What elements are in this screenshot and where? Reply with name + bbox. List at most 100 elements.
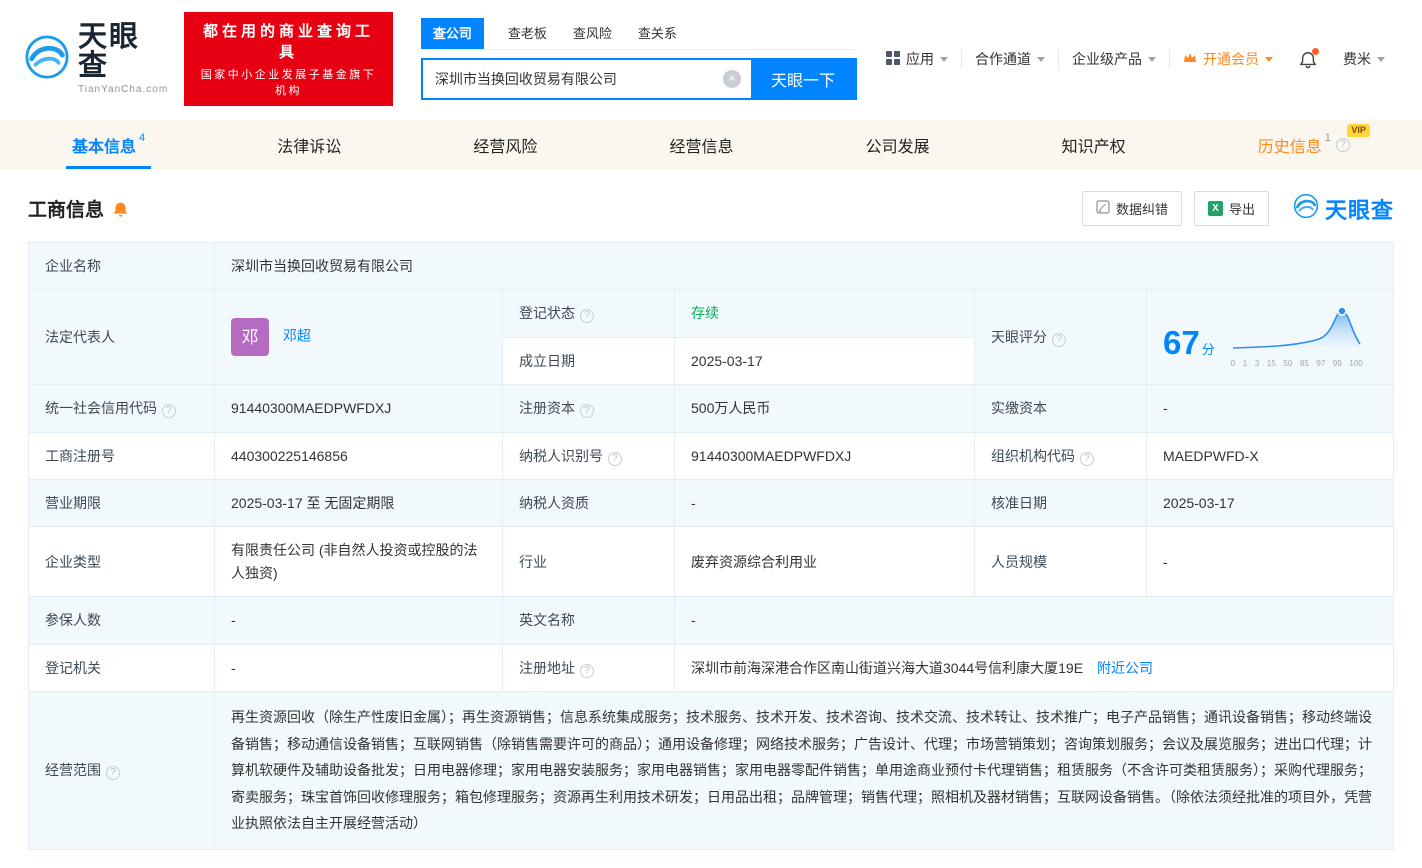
subscribe-bell-icon[interactable] bbox=[112, 200, 129, 218]
nav-open-vip[interactable]: 开通会员 bbox=[1170, 49, 1286, 69]
table-row: 营业期限 2025-03-17 至 无固定期限 纳税人资质 - 核准日期 202… bbox=[29, 479, 1394, 526]
vip-badge: VIP bbox=[1347, 124, 1370, 137]
chevron-down-icon bbox=[1037, 57, 1045, 62]
establish-date-value-cell: 2025-03-17 bbox=[675, 337, 975, 384]
section-actions: 数据纠错 导出 天眼查 bbox=[1082, 191, 1394, 226]
help-icon[interactable] bbox=[580, 664, 594, 678]
paid-capital-value-cell: - bbox=[1147, 385, 1394, 432]
logo-name: 天眼查 bbox=[78, 23, 168, 81]
tianyancha-logo-icon bbox=[1293, 193, 1319, 224]
tab-intellectual-property[interactable]: 知识产权 bbox=[1052, 120, 1136, 169]
company-name-value-cell: 深圳市当换回收贸易有限公司 bbox=[215, 243, 1394, 290]
top-header: 天眼查 TianYanCha.com 都在用的商业查询工具 国家中小企业发展子基… bbox=[0, 0, 1422, 120]
business-term-label-cell: 营业期限 bbox=[29, 479, 215, 526]
nav-enterprise[interactable]: 企业级产品 bbox=[1059, 49, 1170, 69]
legal-rep-avatar[interactable]: 邓 bbox=[231, 318, 269, 356]
brand-text: 天眼查 bbox=[1325, 193, 1394, 225]
search-tab-risk[interactable]: 查风险 bbox=[571, 18, 614, 49]
bell-icon bbox=[1299, 50, 1317, 69]
reg-address-label-cell: 注册地址 bbox=[503, 644, 675, 691]
tab-basic-info[interactable]: 基本信息4 bbox=[62, 120, 155, 169]
search-input[interactable] bbox=[423, 60, 723, 98]
taxpayer-id-value-cell: 91440300MAEDPWFDXJ bbox=[675, 432, 975, 479]
credit-code-label-cell: 统一社会信用代码 bbox=[29, 385, 215, 432]
approval-date-value-cell: 2025-03-17 bbox=[1147, 479, 1394, 526]
tianyancha-logo-icon bbox=[24, 34, 70, 85]
promo-line2: 国家中小企业发展子基金旗下机构 bbox=[194, 66, 383, 98]
search-tab-relation[interactable]: 查关系 bbox=[636, 18, 679, 49]
table-row: 法定代表人 邓 邓超 登记状态 存续 天眼评分 67 分 bbox=[29, 290, 1394, 337]
reg-status-value-cell: 存续 bbox=[675, 290, 975, 337]
score-label-cell: 天眼评分 bbox=[975, 290, 1147, 385]
export-button[interactable]: 导出 bbox=[1194, 191, 1269, 226]
help-icon[interactable] bbox=[608, 452, 622, 466]
reg-capital-value-cell: 500万人民币 bbox=[675, 385, 975, 432]
establish-date-label-cell: 成立日期 bbox=[503, 337, 675, 384]
nav-user[interactable]: 费米 bbox=[1330, 49, 1398, 69]
status-badge: 存续 bbox=[691, 305, 719, 321]
table-row: 登记机关 - 注册地址 深圳市前海深港合作区南山街道兴海大道3044号信利康大厦… bbox=[29, 644, 1394, 691]
promo-banner: 都在用的商业查询工具 国家中小企业发展子基金旗下机构 bbox=[184, 12, 393, 106]
reg-authority-label-cell: 登记机关 bbox=[29, 644, 215, 691]
table-row: 经营范围 再生资源回收（除生产性废旧金属）；再生资源销售；信息系统集成服务；技术… bbox=[29, 691, 1394, 849]
tab-operational-risk[interactable]: 经营风险 bbox=[463, 120, 547, 169]
help-icon[interactable] bbox=[1052, 333, 1066, 347]
nearby-companies-link[interactable]: 附近公司 bbox=[1097, 660, 1153, 676]
nav-partner[interactable]: 合作通道 bbox=[962, 49, 1059, 69]
help-icon[interactable] bbox=[1336, 138, 1350, 152]
reg-address-text: 深圳市前海深港合作区南山街道兴海大道3044号信利康大厦19E bbox=[691, 660, 1083, 676]
excel-icon bbox=[1208, 201, 1223, 216]
help-icon[interactable] bbox=[162, 404, 176, 418]
search-tab-company[interactable]: 查公司 bbox=[421, 18, 484, 49]
paid-capital-label-cell: 实缴资本 bbox=[975, 385, 1147, 432]
credit-code-value-cell: 91440300MAEDPWFDXJ bbox=[215, 385, 503, 432]
company-name-label-cell: 企业名称 bbox=[29, 243, 215, 290]
company-name-value: 深圳市当换回收贸易有限公司 bbox=[231, 258, 413, 274]
nav-apps[interactable]: 应用 bbox=[873, 49, 962, 69]
legal-rep-link[interactable]: 邓超 bbox=[283, 328, 311, 344]
legal-rep-value-cell: 邓 邓超 bbox=[215, 290, 503, 385]
clear-icon[interactable] bbox=[723, 70, 741, 88]
insured-count-value-cell: - bbox=[215, 597, 503, 644]
crown-icon bbox=[1183, 51, 1197, 67]
help-icon[interactable] bbox=[106, 766, 120, 780]
search-button[interactable]: 天眼一下 bbox=[751, 60, 855, 98]
industry-value-cell: 废弃资源综合利用业 bbox=[675, 527, 975, 597]
tab-legal-litigation[interactable]: 法律诉讼 bbox=[267, 120, 351, 169]
taxpayer-quality-value-cell: - bbox=[675, 479, 975, 526]
score-chart: 0 1 3 15 50 85 97 99 100 bbox=[1231, 304, 1363, 370]
score-number: 67 分 bbox=[1163, 326, 1215, 371]
business-scope-label-cell: 经营范围 bbox=[29, 691, 215, 849]
search-box: 天眼一下 bbox=[421, 58, 857, 100]
score-axis: 0 1 3 15 50 85 97 99 100 bbox=[1231, 358, 1363, 371]
company-section-tabs: 基本信息4 法律诉讼 经营风险 经营信息 公司发展 知识产权 VIP 历史信息1 bbox=[0, 120, 1422, 169]
top-nav: 应用 合作通道 企业级产品 开通会员 bbox=[873, 49, 1398, 69]
help-icon[interactable] bbox=[1080, 452, 1094, 466]
reg-capital-label-cell: 注册资本 bbox=[503, 385, 675, 432]
insured-count-label-cell: 参保人数 bbox=[29, 597, 215, 644]
reg-status-label-cell: 登记状态 bbox=[503, 290, 675, 337]
reg-authority-value-cell: - bbox=[215, 644, 503, 691]
grid-icon bbox=[886, 51, 900, 68]
notification-bell[interactable] bbox=[1286, 50, 1330, 69]
search-area: 查公司 查老板 查风险 查关系 天眼一下 bbox=[421, 18, 857, 100]
promo-line1: 都在用的商业查询工具 bbox=[194, 20, 383, 62]
help-icon[interactable] bbox=[580, 404, 594, 418]
help-icon[interactable] bbox=[580, 309, 594, 323]
tab-business-info[interactable]: 经营信息 bbox=[659, 120, 743, 169]
tianyancha-logo[interactable]: 天眼查 TianYanCha.com bbox=[24, 23, 168, 95]
data-correction-button[interactable]: 数据纠错 bbox=[1082, 191, 1182, 226]
company-type-label-cell: 企业类型 bbox=[29, 527, 215, 597]
business-scope-value-cell: 再生资源回收（除生产性废旧金属）；再生资源销售；信息系统集成服务；技术服务、技术… bbox=[215, 691, 1394, 849]
table-row: 工商注册号 440300225146856 纳税人识别号 91440300MAE… bbox=[29, 432, 1394, 479]
org-code-label-cell: 组织机构代码 bbox=[975, 432, 1147, 479]
tab-company-development[interactable]: 公司发展 bbox=[856, 120, 940, 169]
reg-address-value-cell: 深圳市前海深港合作区南山街道兴海大道3044号信利康大厦19E 附近公司 bbox=[675, 644, 1394, 691]
logo-domain: TianYanCha.com bbox=[78, 84, 168, 95]
taxpayer-quality-label-cell: 纳税人资质 bbox=[503, 479, 675, 526]
tab-history-info[interactable]: VIP 历史信息1 bbox=[1248, 120, 1360, 169]
score-value-cell: 67 分 bbox=[1147, 290, 1394, 385]
reg-number-value-cell: 440300225146856 bbox=[215, 432, 503, 479]
notification-dot bbox=[1312, 48, 1319, 55]
search-tab-boss[interactable]: 查老板 bbox=[506, 18, 549, 49]
